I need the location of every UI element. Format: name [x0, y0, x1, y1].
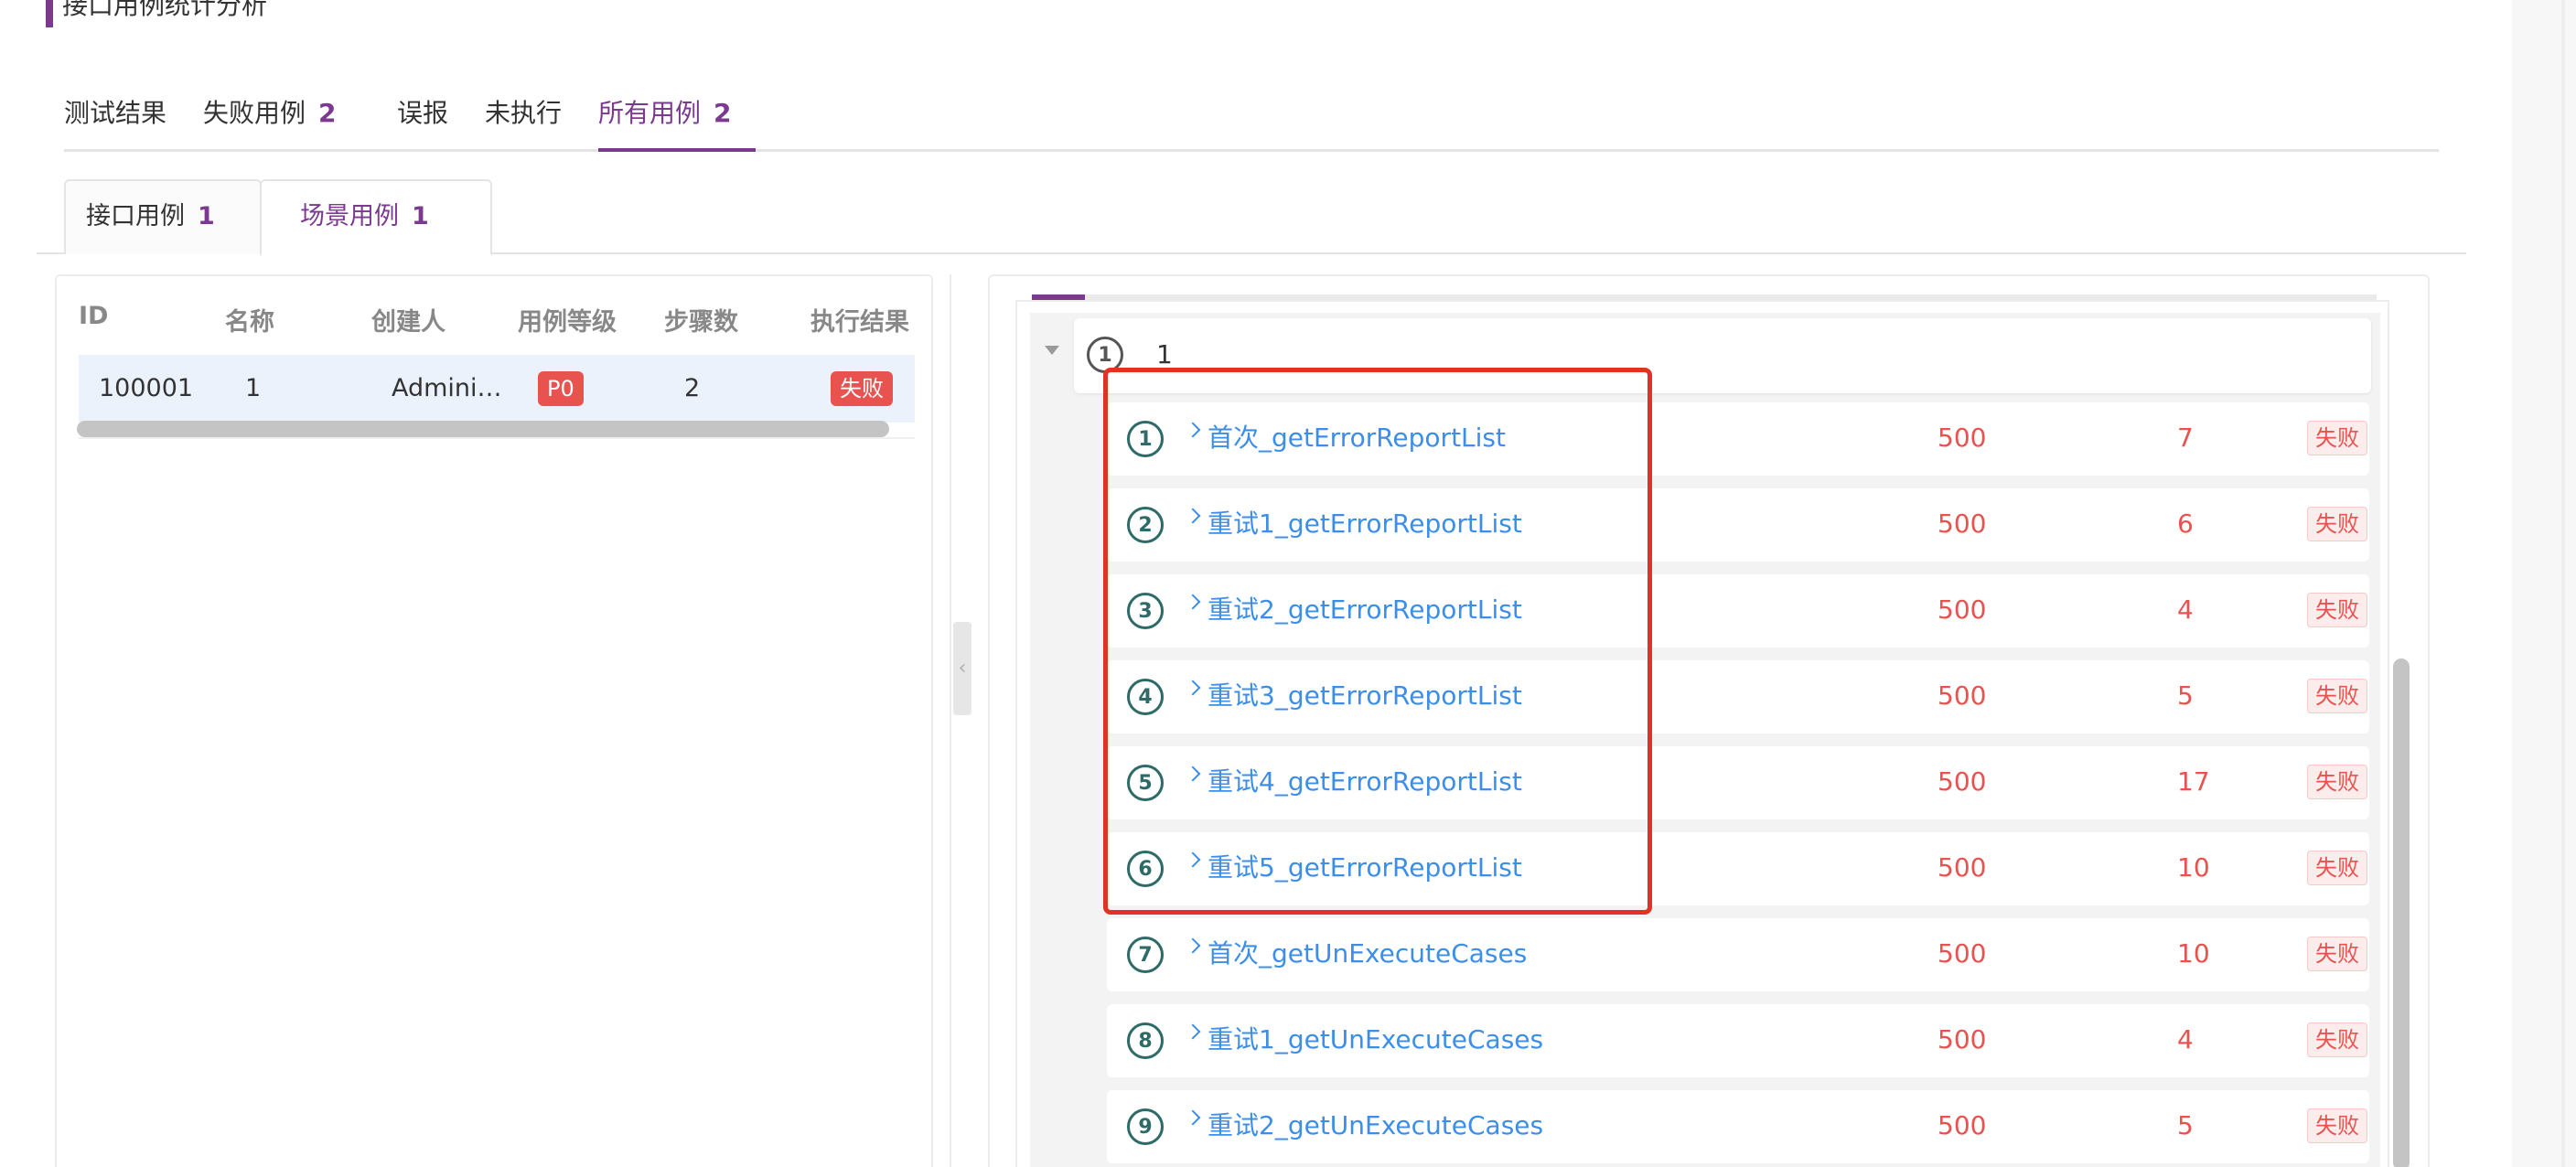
active-tab-underline	[598, 148, 756, 152]
step-status-badge: 失败	[2307, 421, 2367, 455]
step-status-code: 500	[1937, 766, 1987, 797]
col-creator: 创建人	[371, 308, 445, 337]
tab-label: 失败用例	[203, 98, 306, 128]
cell-id: 100001	[99, 374, 194, 402]
right-edge-strip	[2512, 0, 2576, 1167]
step-status-badge: 失败	[2307, 937, 2367, 971]
step-duration: 7	[2177, 423, 2194, 453]
step-duration: 10	[2177, 852, 2210, 883]
col-result: 执行结果	[810, 308, 909, 337]
tab-all-cases[interactable]: 所有用例 2	[598, 95, 732, 132]
step-status-code: 500	[1937, 423, 1987, 453]
title-accent-bar	[46, 0, 53, 27]
step-duration: 6	[2177, 509, 2194, 539]
step-status-code: 500	[1937, 1024, 1987, 1055]
cell-steps: 2	[684, 374, 701, 402]
step-row[interactable]: 8 重试1_getUnExecuteCases 500 4 失败	[1107, 1004, 2369, 1077]
collapse-panel-button[interactable]: ‹	[953, 622, 971, 715]
step-row[interactable]: 9 重试2_getUnExecuteCases 500 5 失败	[1107, 1090, 2369, 1163]
tab-label: 未执行	[485, 98, 563, 128]
subtab-scenario-cases[interactable]: 场景用例 1	[260, 179, 492, 256]
chevron-right-icon[interactable]	[1185, 1109, 1201, 1126]
tab-label: 测试结果	[64, 98, 167, 128]
step-status-badge: 失败	[2307, 1108, 2367, 1143]
tab-false-positives[interactable]: 误报	[397, 95, 448, 132]
col-level: 用例等级	[518, 308, 617, 337]
step-status-badge: 失败	[2307, 679, 2367, 713]
chevron-right-icon[interactable]	[1185, 937, 1201, 954]
step-status-code: 500	[1937, 509, 1987, 539]
step-status-code: 500	[1937, 1110, 1987, 1140]
level-badge: P0	[538, 371, 584, 406]
col-steps: 步骤数	[664, 308, 738, 337]
top-tabs: 测试结果 失败用例 2 误报 未执行 所有用例 2	[64, 91, 2439, 152]
step-status-badge: 失败	[2307, 1022, 2367, 1057]
subtab-count: 1	[412, 202, 429, 230]
tab-label: 误报	[397, 98, 449, 128]
subtab-count: 1	[198, 202, 215, 230]
step-duration: 5	[2177, 1110, 2194, 1140]
highlight-annotation-box	[1103, 368, 1652, 915]
horizontal-scrollbar[interactable]	[77, 421, 889, 437]
cell-name: 1	[245, 374, 262, 402]
step-name[interactable]: 重试1_getUnExecuteCases	[1208, 1022, 1543, 1057]
step-status-code: 500	[1937, 680, 1987, 711]
subtab-api-cases[interactable]: 接口用例 1	[64, 179, 262, 254]
step-duration: 4	[2177, 594, 2194, 625]
case-table-panel: ID 名称 创建人 用例等级 步骤数 执行结果 100001 1 Admini……	[55, 274, 933, 1167]
tab-count: 2	[714, 98, 732, 128]
step-status-badge: 失败	[2307, 507, 2367, 541]
table-bottom-line	[79, 437, 915, 439]
step-status-code: 500	[1937, 938, 1987, 969]
step-duration: 10	[2177, 938, 2210, 969]
subtab-label: 场景用例	[300, 202, 399, 230]
step-index: 8	[1127, 1022, 1164, 1059]
chevron-right-icon[interactable]	[1185, 1023, 1201, 1040]
result-badge: 失败	[831, 371, 893, 406]
group-name: 1	[1156, 339, 1173, 369]
step-index: 7	[1127, 937, 1164, 973]
cell-level: P0	[538, 371, 584, 406]
tab-count: 2	[318, 98, 337, 128]
step-index: 9	[1127, 1108, 1164, 1145]
step-status-code: 500	[1937, 852, 1987, 883]
tab-label: 所有用例	[598, 98, 702, 128]
chevron-left-icon: ‹	[958, 657, 967, 680]
step-name[interactable]: 首次_getUnExecuteCases	[1208, 937, 1527, 971]
step-status-badge: 失败	[2307, 851, 2367, 885]
table-row[interactable]: 100001 1 Admini… P0 2 失败	[79, 355, 915, 423]
tab-failed-cases[interactable]: 失败用例 2	[203, 95, 337, 132]
step-status-badge: 失败	[2307, 765, 2367, 799]
step-name[interactable]: 重试2_getUnExecuteCases	[1208, 1108, 1543, 1143]
cell-result: 失败	[831, 371, 893, 406]
step-status-code: 500	[1937, 594, 1987, 625]
tab-not-executed[interactable]: 未执行	[485, 95, 562, 132]
step-row[interactable]: 7 首次_getUnExecuteCases 500 10 失败	[1107, 918, 2369, 991]
panel-splitter	[950, 274, 951, 1167]
step-duration: 4	[2177, 1024, 2194, 1055]
page-title: 接口用例统计分析	[62, 0, 268, 20]
col-name: 名称	[225, 308, 274, 337]
detail-progress-track	[1032, 294, 2377, 300]
tab-test-results[interactable]: 测试结果	[64, 95, 166, 132]
vertical-scrollbar[interactable]	[2393, 658, 2410, 1167]
right-edge-divider	[2561, 0, 2565, 1167]
detail-progress-accent	[1032, 294, 1085, 300]
step-status-badge: 失败	[2307, 593, 2367, 627]
cell-creator: Admini…	[392, 374, 502, 402]
col-id: ID	[79, 302, 109, 330]
step-duration: 5	[2177, 680, 2194, 711]
subtab-label: 接口用例	[86, 202, 185, 230]
step-duration: 17	[2177, 766, 2210, 797]
caret-down-icon[interactable]	[1045, 346, 1059, 355]
